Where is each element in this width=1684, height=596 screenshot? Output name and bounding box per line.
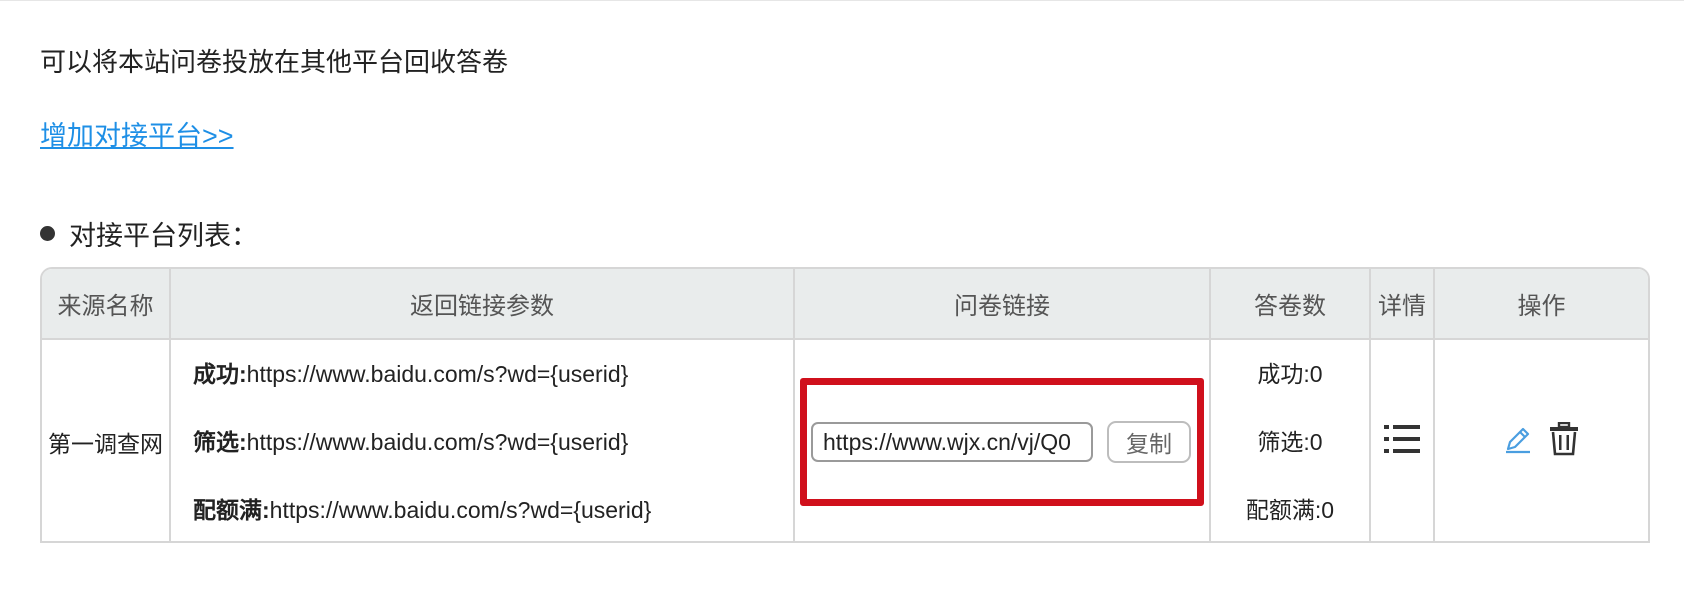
copy-button[interactable]: 复制	[1107, 421, 1191, 463]
platform-list-heading: 对接平台列表：	[40, 214, 258, 253]
answer-count-cell: 成功:0 筛选:0 配额满:0	[1210, 339, 1371, 541]
top-divider	[0, 0, 1684, 1]
header-details: 详情	[1370, 269, 1435, 340]
param-screened-url: https://www.baidu.com/s?wd={userid}	[246, 429, 629, 455]
header-survey-link: 问卷链接	[794, 269, 1211, 340]
survey-link-cell: 复制	[794, 339, 1211, 541]
bullet-icon	[40, 226, 55, 241]
header-answer-count: 答卷数	[1210, 269, 1371, 340]
param-screened: 筛选:https://www.baidu.com/s?wd={userid}	[193, 408, 793, 476]
survey-link-input[interactable]	[811, 422, 1093, 462]
platform-list-heading-text: 对接平台列表：	[69, 221, 258, 251]
source-name-cell: 第一调查网	[42, 339, 171, 541]
header-return-params: 返回链接参数	[170, 269, 795, 340]
add-platform-link[interactable]: 增加对接平台>>	[40, 114, 234, 153]
table-header-row: 来源名称 返回链接参数 问卷链接 答卷数 详情 操作	[42, 269, 1648, 340]
actions-cell	[1434, 339, 1648, 541]
param-success: 成功:https://www.baidu.com/s?wd={userid}	[193, 340, 793, 408]
trash-icon[interactable]	[1548, 421, 1580, 462]
return-params-cell: 成功:https://www.baidu.com/s?wd={userid} 筛…	[170, 339, 795, 541]
param-quota-full-url: https://www.baidu.com/s?wd={userid}	[269, 497, 652, 523]
param-screened-label: 筛选:	[193, 429, 247, 455]
param-quota-full: 配额满:https://www.baidu.com/s?wd={userid}	[193, 476, 793, 541]
platform-table: 来源名称 返回链接参数 问卷链接 答卷数 详情 操作 第一调查网 成功:http…	[40, 267, 1650, 543]
param-success-url: https://www.baidu.com/s?wd={userid}	[246, 361, 629, 387]
highlight-box: 复制	[800, 378, 1204, 506]
header-source-name: 来源名称	[42, 269, 171, 340]
table-row: 第一调查网 成功:https://www.baidu.com/s?wd={use…	[42, 339, 1648, 541]
param-success-label: 成功:	[193, 361, 247, 387]
details-cell	[1370, 339, 1435, 541]
list-icon[interactable]	[1384, 423, 1420, 461]
count-screened: 筛选:0	[1257, 429, 1323, 455]
pencil-icon[interactable]	[1503, 424, 1533, 460]
header-actions: 操作	[1434, 269, 1648, 340]
param-quota-full-label: 配额满:	[193, 497, 270, 523]
count-success: 成功:0	[1257, 361, 1323, 387]
count-quota-full: 配额满:0	[1245, 497, 1335, 523]
intro-text: 可以将本站问卷投放在其他平台回收答卷	[40, 47, 509, 77]
